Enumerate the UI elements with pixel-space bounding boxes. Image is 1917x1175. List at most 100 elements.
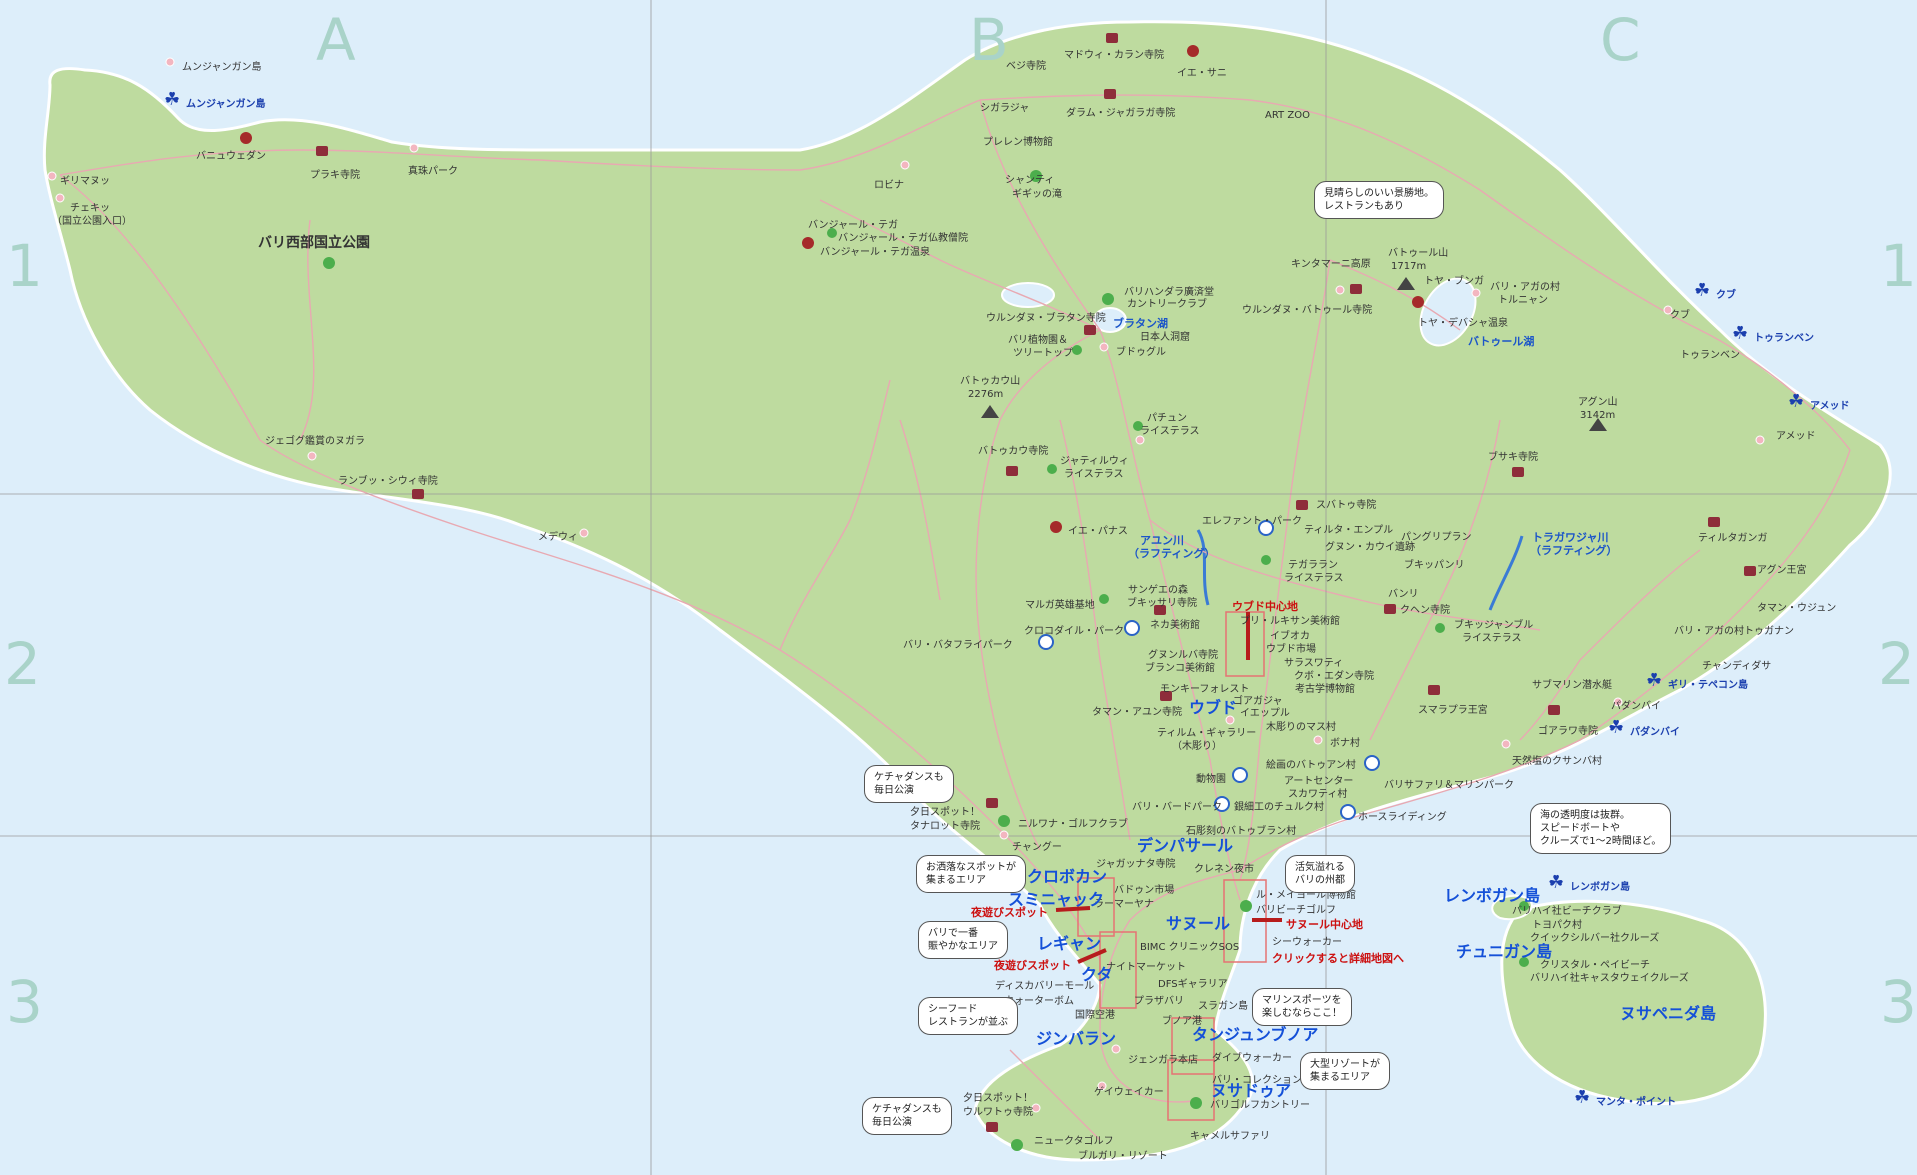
- handara2-label[interactable]: カントリークラブ: [1127, 299, 1207, 311]
- kerobokan_area-area-label[interactable]: クロボカン: [1027, 863, 1107, 887]
- padangbai-label[interactable]: パダンバイ: [1611, 701, 1661, 713]
- sangsit-label[interactable]: シャンティ: [1005, 175, 1054, 187]
- tulamben_spot-dive-label[interactable]: トゥランベン: [1754, 329, 1814, 344]
- ulundanubatur-label[interactable]: ウルンダヌ・バトゥール寺院: [1242, 305, 1372, 317]
- jimbaran_area-area-label[interactable]: ジンバラン: [1036, 1025, 1116, 1049]
- agung-label[interactable]: アグン山: [1578, 397, 1618, 409]
- gitgit-label[interactable]: ギギッの滝: [1012, 189, 1062, 201]
- tanahlot2-label[interactable]: タナロット寺院: [910, 821, 980, 833]
- clickdetail-label[interactable]: クリックすると詳細地図へ: [1272, 950, 1404, 966]
- horse-label[interactable]: ホースライディング: [1358, 812, 1447, 824]
- cekik-label[interactable]: チェキッ: [70, 203, 110, 215]
- nirwana-label[interactable]: ニルワナ・ゴルフクラブ: [1018, 819, 1128, 831]
- blanco-label[interactable]: グヌンルバ寺院: [1148, 650, 1218, 662]
- bedugul-label[interactable]: ブドゥグル: [1116, 347, 1166, 359]
- butterfly-label[interactable]: バリ・バタフライパーク: [903, 640, 1013, 652]
- sukawati2-label[interactable]: スカワティ村: [1288, 789, 1347, 801]
- uluwatu2-label[interactable]: ウルワトゥ寺院: [963, 1107, 1033, 1119]
- market-label[interactable]: ナイトマーケット: [1106, 962, 1186, 974]
- dalem-label[interactable]: ダラム・ジャガラガ寺院: [1066, 108, 1175, 120]
- klungkung-label[interactable]: スマラプラ王宮: [1418, 705, 1488, 717]
- submarine-label[interactable]: サブマリン潜水艇: [1532, 680, 1612, 692]
- padang_spot-dive-label[interactable]: パダンバイ: [1630, 723, 1680, 738]
- toyabungkah-label[interactable]: トヤ・ブンガ: [1424, 276, 1484, 288]
- tilem-label[interactable]: ティルム・ギャラリー: [1157, 728, 1256, 740]
- plazabali-label[interactable]: プラザバリ: [1134, 996, 1184, 1008]
- trunyan2-label[interactable]: トルニャン: [1498, 295, 1548, 307]
- ujung-label[interactable]: タマン・ウジュン: [1757, 603, 1836, 615]
- dfs-label[interactable]: DFSギャラリア: [1158, 979, 1228, 991]
- sangeh-label[interactable]: サンゲエの森: [1128, 585, 1188, 597]
- zoo-label[interactable]: 動物園: [1196, 774, 1226, 786]
- treetop-label[interactable]: ツリートップ: [1013, 348, 1073, 360]
- ceningan_area-area-label[interactable]: チュニガン島: [1456, 938, 1552, 962]
- safari-label[interactable]: バリサファリ＆マリンパーク: [1384, 780, 1514, 792]
- tenganan-label[interactable]: バリ・アガの村トゥガナン: [1674, 626, 1794, 638]
- menjangan-label[interactable]: ムンジャンガン島: [182, 62, 262, 74]
- canggu-label[interactable]: チャングー: [1012, 842, 1062, 854]
- tilem2-label[interactable]: （木彫り）: [1172, 741, 1222, 753]
- banjar-label[interactable]: バンジャール・テガ: [808, 220, 898, 232]
- night1-label[interactable]: 夜遊びスポット: [971, 904, 1048, 920]
- pulaki-label[interactable]: プラキ寺院: [310, 170, 360, 182]
- batuan-label[interactable]: ボナ村: [1330, 738, 1360, 750]
- jagatnatha-label[interactable]: ジャガッナタ寺院: [1096, 859, 1176, 871]
- batukaru2-label[interactable]: 2276m: [968, 389, 1003, 401]
- lovina-label[interactable]: ロビナ: [874, 180, 904, 192]
- artzoo-label[interactable]: ART ZOO: [1265, 110, 1310, 122]
- seawalker-label[interactable]: シーウォーカー: [1272, 937, 1342, 949]
- amed-label[interactable]: アメッド: [1776, 431, 1816, 443]
- balihai-label[interactable]: バリハイ社キャスタウェイクルーズ: [1530, 973, 1689, 985]
- botanical-label[interactable]: バリ植物園＆: [1008, 335, 1068, 347]
- agungpalace-label[interactable]: アグン王宮: [1757, 565, 1807, 577]
- lembongan_club-label[interactable]: バリハイ社ビーチクラブ: [1512, 906, 1622, 918]
- painting-label[interactable]: 絵画のバトゥアン村: [1266, 760, 1356, 772]
- pacung-label[interactable]: パチュン: [1147, 413, 1187, 425]
- tulamben_town-label[interactable]: クブ: [1670, 310, 1690, 322]
- camel-label[interactable]: キャメルサファリ: [1190, 1131, 1270, 1143]
- divewalker-label[interactable]: ダイブウォーカー: [1212, 1053, 1292, 1065]
- japan-label[interactable]: 日本人洞窟: [1140, 332, 1190, 344]
- singaraja-label[interactable]: シガラジャ: [980, 103, 1029, 115]
- batur-label[interactable]: バトゥール山: [1388, 248, 1448, 260]
- toyadevasya-label[interactable]: トヤ・デバシャ温泉: [1418, 318, 1508, 330]
- beji-label[interactable]: ベジ寺院: [1006, 61, 1046, 73]
- tirtaempul-label[interactable]: ティルタ・エンプル: [1304, 525, 1393, 537]
- besakih-label[interactable]: ブサキ寺院: [1488, 452, 1538, 464]
- yeh-label[interactable]: イエ・サニ: [1177, 68, 1227, 80]
- banjar3-label[interactable]: バンジャール・テガ温泉: [820, 247, 930, 259]
- gilimanuk-label[interactable]: ギリマヌッ: [60, 176, 110, 188]
- cekik2-label[interactable]: （国立公園入口）: [52, 216, 132, 228]
- amed_spot-dive-label[interactable]: アメッド: [1810, 397, 1850, 412]
- legian_area-area-label[interactable]: レギャン: [1037, 930, 1101, 954]
- discovery-label[interactable]: ディスカバリーモール: [995, 981, 1094, 993]
- jatiluwih2-label[interactable]: ライステラス: [1064, 469, 1124, 481]
- tegalalang-label[interactable]: テガララン: [1288, 560, 1338, 572]
- blanco2-label[interactable]: ブランコ美術館: [1145, 663, 1215, 675]
- kehen-label[interactable]: クヘン寺院: [1400, 605, 1450, 617]
- bukit2-label[interactable]: ライステラス: [1462, 633, 1522, 645]
- denpasar_area-area-label[interactable]: デンパサール: [1137, 832, 1233, 856]
- tirtagangga-label[interactable]: ティルタガンガ: [1698, 533, 1767, 545]
- kuta_area-area-label[interactable]: クタ: [1081, 961, 1112, 985]
- yehpanas-label[interactable]: イエ・パナス: [1068, 526, 1128, 538]
- kubu-dive-label[interactable]: クブ: [1716, 286, 1736, 301]
- tegalalang2-label[interactable]: ライステラス: [1284, 573, 1344, 585]
- batukaru-label[interactable]: バトゥカウ山: [960, 376, 1020, 388]
- manta-dive-label[interactable]: マンタ・ポイント: [1596, 1093, 1676, 1108]
- tanahlot-label[interactable]: 夕日スポット！: [910, 807, 980, 819]
- handara-label[interactable]: バリハンダラ廣済堂: [1124, 287, 1214, 299]
- kreneng-label[interactable]: クレネン夜市: [1194, 864, 1254, 876]
- gunungkawi-label[interactable]: グヌン・カウイ遺跡: [1325, 542, 1415, 554]
- bangli-label[interactable]: バンリ: [1388, 589, 1419, 601]
- sanurcenter-label[interactable]: サヌール中心地: [1286, 916, 1363, 932]
- serangan-label[interactable]: スラガン島: [1198, 1001, 1248, 1013]
- jegog-label[interactable]: ジェゴグ鑑賞のヌガラ: [265, 436, 365, 448]
- pearl-label[interactable]: 真珠パーク: [408, 166, 458, 178]
- toyapakeh-label[interactable]: トヨパク村: [1532, 920, 1582, 932]
- newkuta-label[interactable]: ニュークタゴルフ: [1034, 1136, 1114, 1148]
- silver-label[interactable]: 銀細工のチュルク村: [1234, 802, 1324, 814]
- jenggala-label[interactable]: ジェンガラ本店: [1128, 1055, 1198, 1067]
- banyuwedang-label[interactable]: バニュウェダン: [196, 151, 266, 163]
- kuta2-label[interactable]: クボ・エダン寺院: [1294, 671, 1374, 683]
